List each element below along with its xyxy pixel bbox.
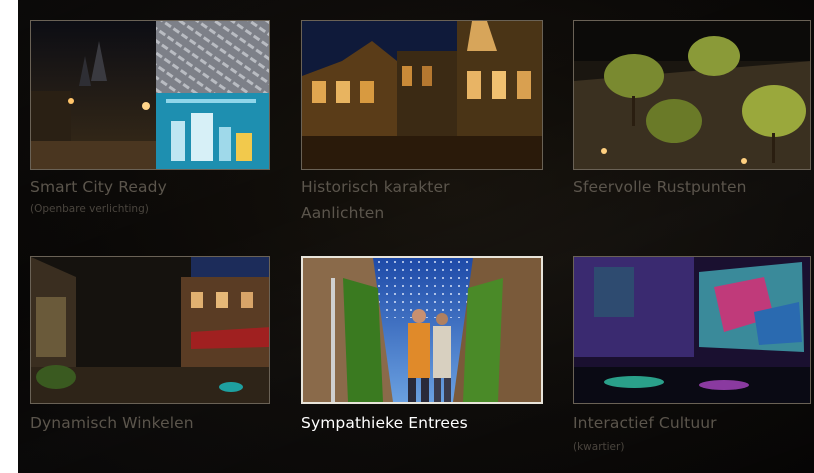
thumbnail-smart-city (30, 20, 270, 170)
tile-title-line2: Aanlichten (301, 204, 385, 222)
tile-dynamisch-winkelen[interactable]: Dynamisch Winkelen (30, 256, 270, 456)
thumbnail-historisch (301, 20, 543, 170)
tile-historisch-karakter[interactable]: Historisch karakter Aanlichten (301, 20, 546, 230)
thumbnail-sympathieke (301, 256, 543, 404)
tile-smart-city-ready[interactable]: Smart City Ready (Openbare verlichting) (30, 20, 270, 230)
tile-interactief-cultuur[interactable]: Interactief Cultuur (kwartier) (573, 256, 813, 466)
tile-title: Sfeervolle Rustpunten (573, 178, 747, 196)
tile-subtitle: (Openbare verlichting) (30, 203, 149, 215)
thumbnail-interactief (573, 256, 811, 404)
tile-title: Smart City Ready (30, 178, 167, 196)
tile-sfeervolle-rustpunten[interactable]: Sfeervolle Rustpunten (573, 20, 813, 230)
tile-grid: Smart City Ready (Openbare verlichting) (18, 0, 814, 473)
tile-title: Dynamisch Winkelen (30, 414, 194, 432)
thumbnail-dynamisch (30, 256, 270, 404)
tile-title: Interactief Cultuur (573, 414, 717, 432)
tile-sympathieke-entrees[interactable]: Sympathieke Entrees (301, 256, 546, 456)
tile-title: Sympathieke Entrees (301, 414, 468, 432)
tile-title: Historisch karakter (301, 178, 450, 196)
thumbnail-sfeervolle (573, 20, 811, 170)
tile-subtitle: (kwartier) (573, 441, 625, 453)
